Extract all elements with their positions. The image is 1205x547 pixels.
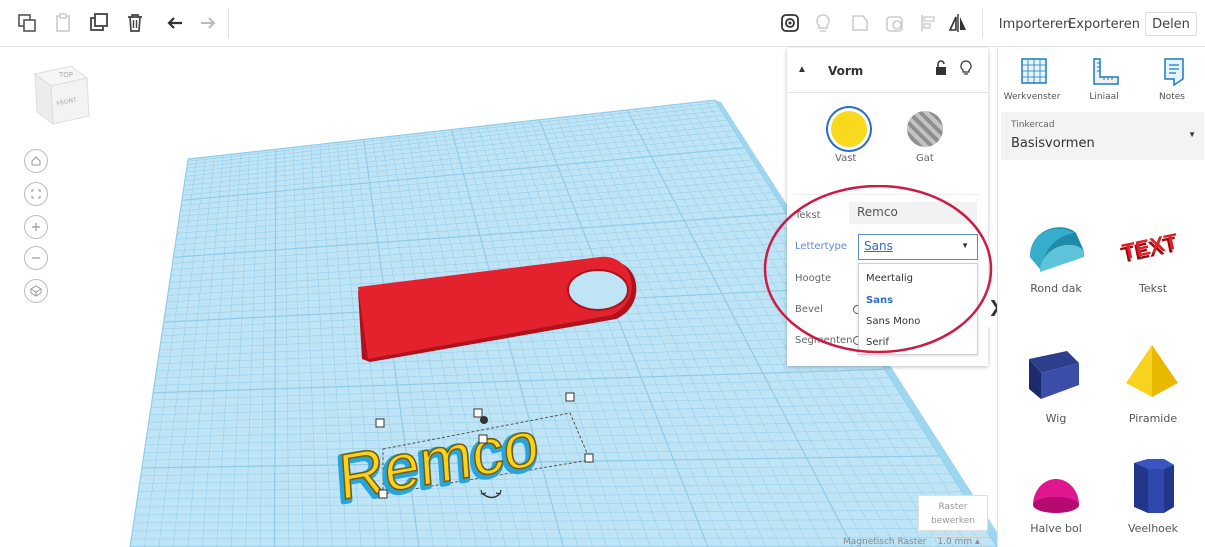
toolbar-divider	[228, 8, 229, 38]
view-cube[interactable]: TOP FRONT	[31, 64, 91, 126]
chevron-down-icon: ▼	[1188, 130, 1196, 139]
edit-grid-label-1: Raster	[938, 502, 968, 512]
snap-grid-select[interactable]: 1.0 mm ▴	[933, 536, 984, 547]
resize-handle[interactable]	[473, 408, 483, 418]
collapse-triangle-icon[interactable]: ▲	[797, 64, 807, 75]
group-icon[interactable]	[845, 8, 875, 38]
mirror-icon[interactable]	[943, 8, 973, 38]
shape-wig[interactable]: Wig	[1011, 337, 1101, 447]
top-toolbar: Importeren Exporteren Delen	[0, 0, 1205, 47]
shape-piramide[interactable]: Piramide	[1108, 337, 1198, 447]
workplane-grid-icon	[1021, 58, 1047, 84]
edit-grid-label-2: bewerken	[931, 516, 975, 526]
undo-icon[interactable]	[160, 8, 190, 38]
zoom-in-icon[interactable]	[24, 215, 48, 239]
tinkercad-editor: Importeren Exporteren Delen Remco Remco …	[0, 0, 1205, 547]
shape-tekst[interactable]: TEXT TEXT Tekst	[1108, 212, 1198, 322]
text-shape-icon: TEXT TEXT	[1119, 228, 1181, 266]
half-sphere-shape-icon	[1033, 479, 1079, 513]
ruler-tool[interactable]: Liniaal	[1074, 55, 1134, 105]
copy-icon[interactable]	[12, 8, 42, 38]
svg-text:TEXT: TEXT	[1120, 228, 1181, 264]
resize-handle[interactable]	[378, 489, 388, 499]
delete-icon[interactable]	[120, 8, 150, 38]
ungroup-icon[interactable]	[880, 8, 910, 38]
solid-color-swatch[interactable]	[831, 111, 867, 147]
shapes-panel: Werkvenster Liniaal Notes Tinkercad Basi…	[997, 47, 1205, 547]
zoom-out-icon[interactable]	[24, 246, 48, 270]
show-all-icon[interactable]	[775, 8, 805, 38]
shape-label-tekst: Tekst	[1138, 282, 1168, 295]
library-source-label: Tinkercad	[1011, 120, 1055, 130]
view-cube-top-label: TOP	[58, 71, 73, 79]
hole-swatch[interactable]	[907, 111, 943, 147]
shape-rond-dak[interactable]: Rond dak	[1011, 212, 1101, 322]
inspector-header: ▲ Vorm	[787, 48, 988, 93]
notes-tool[interactable]: Notes	[1142, 55, 1202, 105]
shape-label-halve-bol: Halve bol	[1030, 522, 1082, 535]
shape-label-wig: Wig	[1045, 412, 1067, 425]
workplane-tool[interactable]: Werkvenster	[1002, 55, 1062, 105]
resize-handle[interactable]	[375, 418, 385, 428]
paste-icon[interactable]	[48, 8, 78, 38]
resize-handle[interactable]	[565, 392, 575, 402]
shape-veelhoek[interactable]: Veelhoek	[1108, 457, 1198, 547]
pyramid-shape-icon	[1126, 345, 1178, 397]
wedge-shape-icon	[1029, 351, 1079, 399]
edit-grid-button[interactable]: Raster bewerken	[918, 495, 988, 531]
home-view-icon[interactable]	[24, 149, 48, 173]
export-button[interactable]: Exporteren	[1068, 12, 1140, 36]
shape-label-piramide: Piramide	[1128, 412, 1178, 425]
workplane-label: Werkvenster	[1003, 92, 1061, 102]
notes-label: Notes	[1159, 92, 1185, 102]
inspector-title: Vorm	[828, 64, 864, 78]
resize-handle[interactable]	[584, 453, 594, 463]
snap-grid-label: Magnetisch Raster	[843, 537, 927, 547]
visibility-bulb-icon[interactable]	[960, 60, 972, 76]
fit-view-icon[interactable]	[24, 182, 48, 206]
notes-icon	[1164, 58, 1184, 87]
snap-grid-value: 1.0 mm	[937, 537, 973, 547]
toolbar-divider	[982, 8, 983, 38]
shape-halve-bol[interactable]: Halve bol	[1011, 457, 1101, 547]
ruler-label: Liniaal	[1089, 92, 1119, 102]
polygon-prism-shape-icon	[1134, 459, 1174, 513]
lightbulb-icon[interactable]	[808, 8, 838, 38]
highlight-ellipse	[763, 185, 993, 354]
shape-label-veelhoek: Veelhoek	[1127, 522, 1179, 535]
share-button[interactable]: Delen	[1145, 12, 1197, 36]
align-icon[interactable]	[913, 8, 943, 38]
redo-icon[interactable]	[193, 8, 223, 38]
lock-icon[interactable]	[935, 60, 947, 76]
hole-label: Gat	[916, 153, 934, 164]
import-button[interactable]: Importeren	[999, 12, 1071, 36]
shape-library-select[interactable]: Tinkercad Basisvormen ▼	[1001, 112, 1204, 160]
perspective-icon[interactable]	[24, 279, 48, 303]
height-handle[interactable]	[480, 416, 488, 424]
snap-grid: Magnetisch Raster 1.0 mm ▴	[843, 536, 984, 547]
roof-shape-icon	[1030, 227, 1084, 272]
solid-label: Vast	[835, 153, 857, 164]
duplicate-icon[interactable]	[84, 8, 114, 38]
library-name: Basisvormen	[1011, 136, 1095, 151]
shape-label-rond-dak: Rond dak	[1030, 282, 1082, 295]
resize-handle[interactable]	[478, 434, 488, 444]
ruler-icon	[1093, 58, 1119, 85]
